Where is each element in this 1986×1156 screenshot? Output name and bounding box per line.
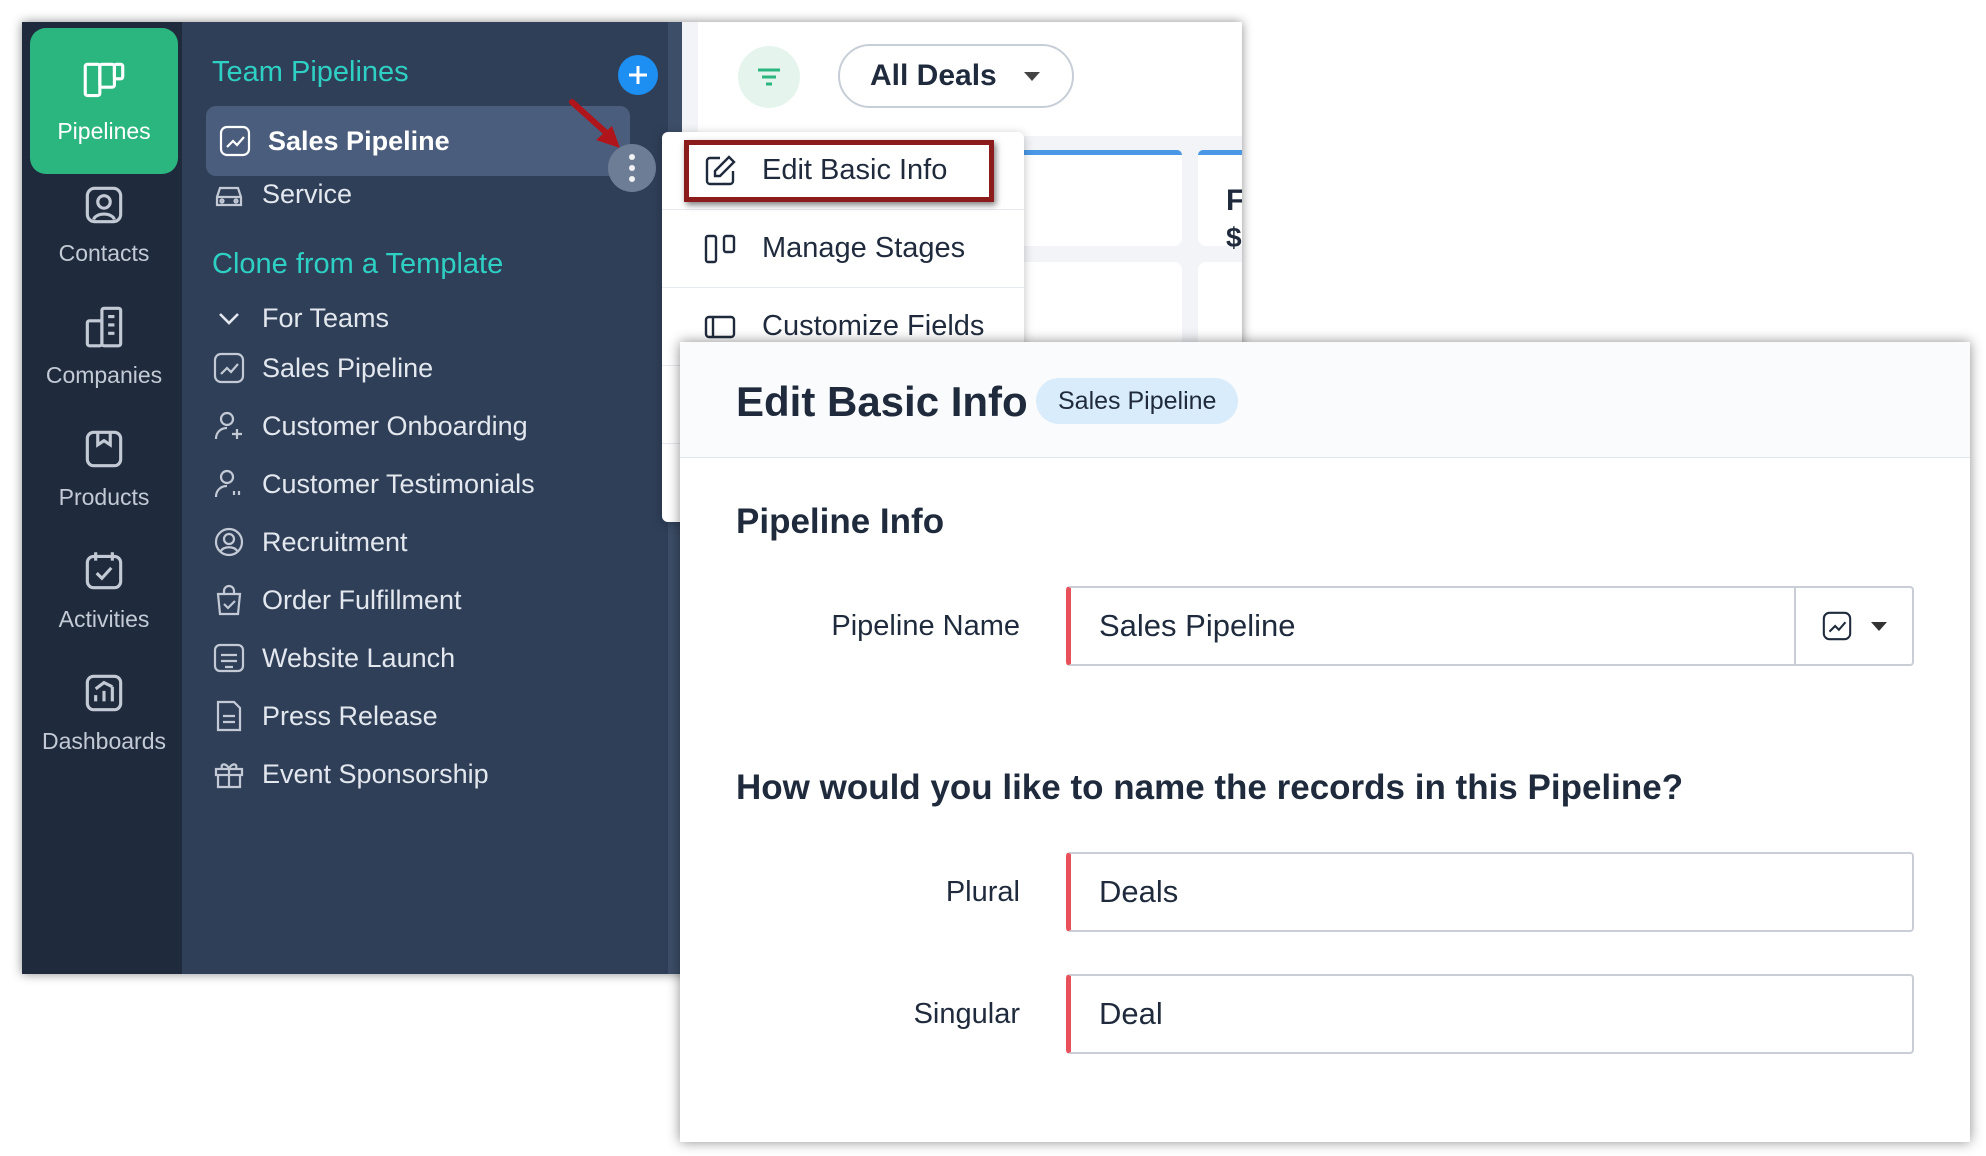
icon-rail: Pipelines Contacts Companies Products Ac… <box>22 22 182 974</box>
user-quote-icon <box>214 469 241 498</box>
singular-input[interactable]: Deal <box>1066 974 1914 1054</box>
group-label: For Teams <box>262 302 390 333</box>
stage-color-bar <box>1198 150 1242 155</box>
dialog-header: Edit Basic Info Sales Pipeline <box>680 342 1970 458</box>
caret-down-icon <box>1871 621 1887 631</box>
rail-label: Dashboards <box>41 727 167 754</box>
menu-item-label: Customize Fields <box>762 310 985 342</box>
pipeline-badge: Sales Pipeline <box>1036 378 1239 424</box>
products-icon <box>85 430 123 467</box>
rail-item-dashboards[interactable]: Dashboards <box>30 638 178 784</box>
rail-label: Companies <box>45 361 163 388</box>
plural-label: Plural <box>945 876 1020 908</box>
kebab-dot <box>629 165 635 171</box>
section-record-naming: How would you like to name the records i… <box>736 768 1684 807</box>
template-item-customer-onboarding[interactable]: Customer Onboarding <box>212 396 652 456</box>
activities-icon <box>85 551 123 589</box>
rail-label: Activities <box>58 605 150 632</box>
kebab-dot <box>629 176 635 182</box>
rail-label: Contacts <box>58 239 150 266</box>
template-item-sales-pipeline[interactable]: Sales Pipeline <box>212 338 652 398</box>
stage-card[interactable]: Fc $0 <box>1198 150 1242 253</box>
add-pipeline-button[interactable] <box>618 55 658 95</box>
chevron-down-icon <box>219 313 239 325</box>
template-label: Press Release <box>262 700 438 731</box>
template-label: Order Fulfillment <box>262 584 462 615</box>
edit-basic-info-dialog: Edit Basic Info Sales Pipeline Pipeline … <box>680 342 1970 1142</box>
template-item-press-release[interactable]: Press Release <box>212 686 652 746</box>
menu-item-label: Manage Stages <box>762 232 966 264</box>
filter-icon <box>758 68 780 86</box>
template-label: Sales Pipeline <box>262 352 434 383</box>
pipeline-name-value: Sales Pipeline <box>1099 608 1296 643</box>
document-icon <box>216 700 242 732</box>
template-item-customer-testimonials[interactable]: Customer Testimonials <box>212 454 652 514</box>
template-item-event-sponsorship[interactable]: Event Sponsorship <box>212 744 652 804</box>
template-item-order-fulfillment[interactable]: Order Fulfillment <box>212 570 652 630</box>
clone-template-title: Clone from a Template <box>212 248 504 280</box>
dashboards-icon <box>85 674 123 711</box>
pipelines-icon <box>83 62 125 97</box>
template-label: Event Sponsorship <box>262 758 489 789</box>
template-item-recruitment[interactable]: Recruitment <box>212 512 652 572</box>
template-label: Customer Onboarding <box>262 410 528 441</box>
stage-name: Fc <box>1226 184 1242 217</box>
plus-icon <box>629 66 647 84</box>
chart-icon <box>1822 611 1852 641</box>
nav-item-label: Sales Pipeline <box>268 125 450 156</box>
rail-label: Pipelines <box>57 117 151 144</box>
browser-icon <box>213 643 245 673</box>
rail-label: Products <box>58 483 150 510</box>
template-label: Website Launch <box>262 642 456 673</box>
template-item-website-launch[interactable]: Website Launch <box>212 628 652 688</box>
template-label: Recruitment <box>262 526 408 557</box>
fields-icon <box>704 315 736 338</box>
pipeline-name-label: Pipeline Name <box>831 610 1020 642</box>
stages-icon <box>704 234 736 263</box>
gift-icon <box>214 763 244 789</box>
dialog-title: Edit Basic Info <box>736 378 1028 425</box>
nav-item-service[interactable]: Service <box>212 164 652 224</box>
pipeline-icon-picker[interactable] <box>1794 588 1912 664</box>
menu-item-manage-stages[interactable]: Manage Stages <box>662 210 1024 288</box>
bag-check-icon <box>216 584 242 616</box>
nav-item-label: Service <box>262 178 353 209</box>
plural-input[interactable]: Deals <box>1066 852 1914 932</box>
user-add-icon <box>214 411 242 440</box>
pipeline-nav-panel: Team Pipelines Sales Pipeline Service Cl… <box>182 22 682 974</box>
kebab-dot <box>629 154 635 160</box>
pipeline-name-input[interactable]: Sales Pipeline <box>1066 586 1914 666</box>
companies-icon <box>85 306 123 347</box>
section-pipeline-info: Pipeline Info <box>736 502 945 541</box>
contacts-icon <box>85 186 123 223</box>
chart-icon <box>213 352 245 384</box>
singular-label: Singular <box>913 998 1020 1030</box>
plural-value: Deals <box>1099 874 1179 909</box>
chart-icon <box>219 125 251 157</box>
template-label: Customer Testimonials <box>262 468 535 499</box>
stage-amount: $0 <box>1226 222 1242 253</box>
annotation-highlight-box <box>684 140 994 202</box>
user-search-icon <box>214 527 244 557</box>
view-select-value: All Deals <box>870 59 997 92</box>
view-select[interactable]: All Deals <box>838 44 1074 108</box>
car-icon <box>215 186 243 207</box>
caret-down-icon <box>1024 72 1040 81</box>
singular-value: Deal <box>1099 996 1163 1031</box>
more-options-button[interactable] <box>608 144 656 192</box>
filter-button[interactable] <box>738 46 800 108</box>
team-pipelines-title: Team Pipelines <box>212 56 409 88</box>
